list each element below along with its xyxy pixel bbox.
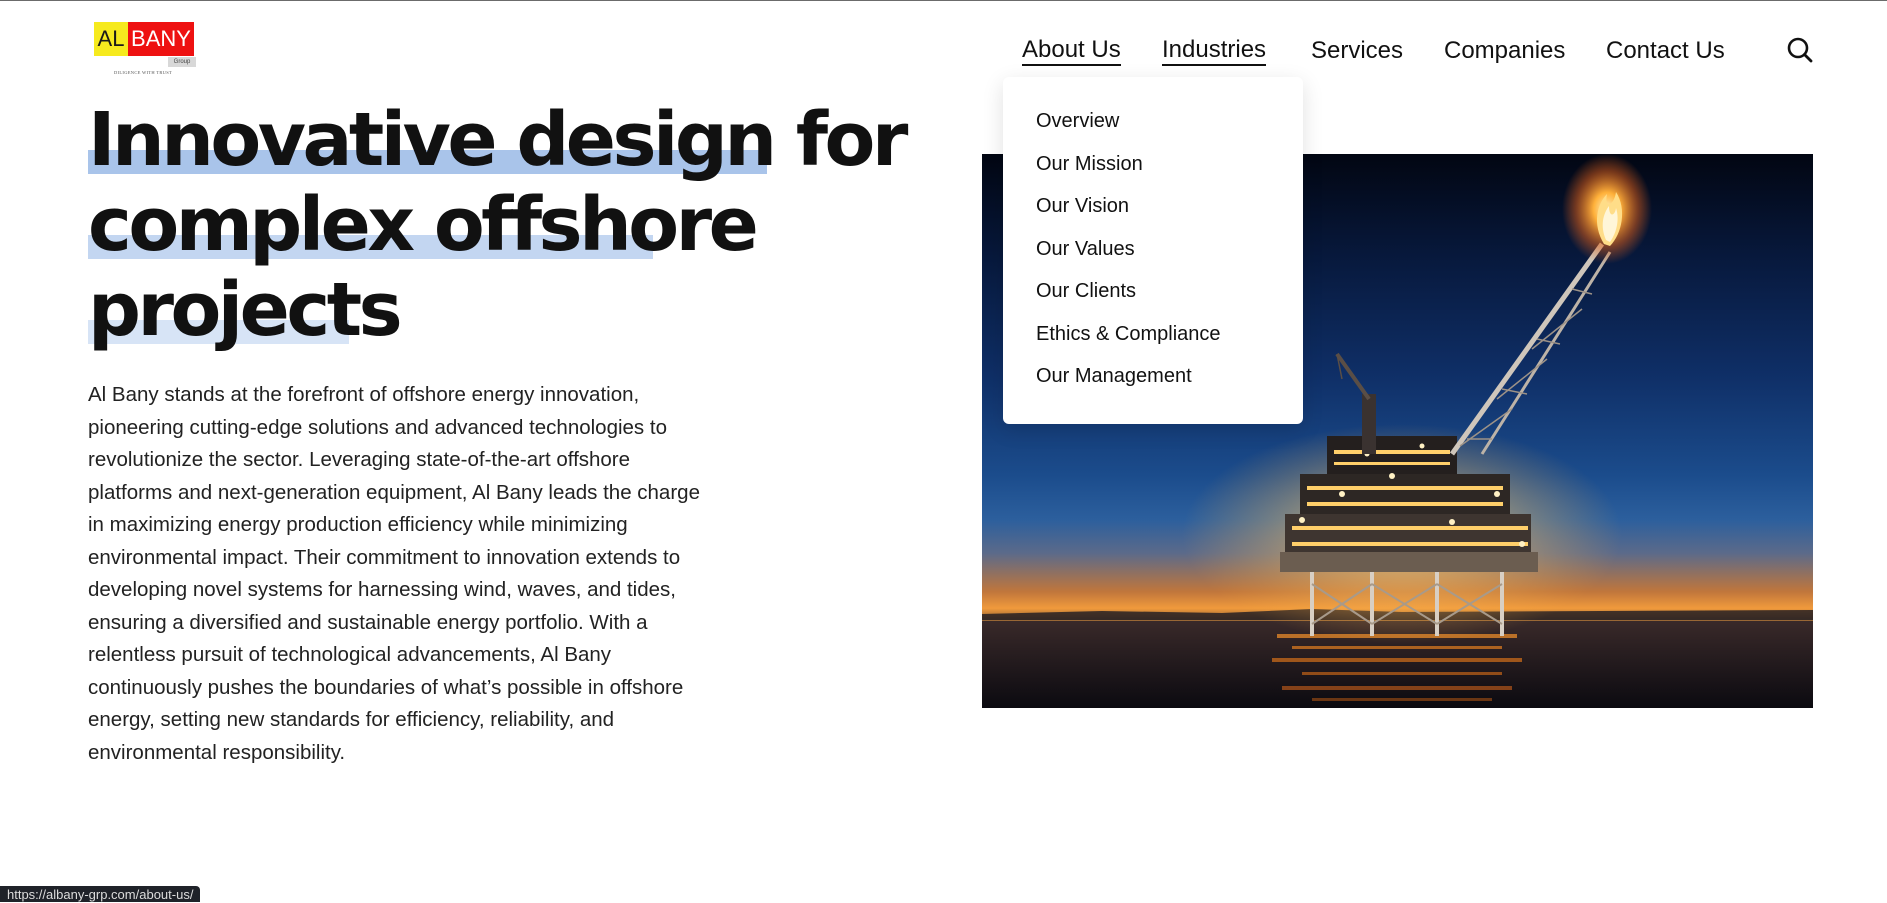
headline-line: complex offshore [88,183,788,268]
headline-line: Innovative design for [88,98,908,183]
nav-industries[interactable]: Industries [1162,36,1267,66]
dropdown-item-our-clients[interactable]: Our Clients [1036,279,1136,303]
logo-tagline: DILIGENCE WITH TRUST [114,70,173,75]
description-line: platforms and next-generation equipment,… [88,480,700,504]
description-line: revolutionize the sector. Leveraging sta… [88,448,631,471]
main-nav: About Us Industries Services Companies C… [0,36,1887,66]
description-line: environmental responsibility. [88,740,346,764]
description-line: relentless pursuit of technological adva… [88,643,612,666]
dropdown-item-ethics-compliance[interactable]: Ethics & Compliance [1036,322,1221,346]
description-line: environmental impact. Their commitment t… [88,545,681,569]
status-bar-url: https://albany-grp.com/about-us/ [0,886,201,902]
hero-headline: Innovative design for complex offshore p… [88,98,908,353]
description-line: in maximizing energy production efficien… [88,513,628,536]
dropdown-item-our-management[interactable]: Our Management [1036,364,1192,388]
description-line: energy, setting new standards for effici… [88,708,615,731]
about-us-dropdown: Overview Our Mission Our Vision Our Valu… [1003,77,1303,424]
headline-text: projects [88,267,403,353]
headline-line: projects [88,268,788,353]
hero-description: Al Bany stands at the forefront of offsh… [88,379,768,769]
nav-contact-us[interactable]: Contact Us [1606,36,1725,66]
nav-about-us[interactable]: About Us [1022,36,1121,66]
description-line: ensuring a diversified and sustainable e… [88,610,648,634]
nav-services[interactable]: Services [1311,36,1403,66]
nav-companies[interactable]: Companies [1444,36,1565,66]
description-line: pioneering cutting-edge solutions and ad… [88,415,667,439]
description-line: continuously pushes the boundaries of wh… [88,675,684,699]
headline-text: complex offshore [88,182,759,268]
description-line: Al Bany stands at the forefront of offsh… [88,383,640,406]
dropdown-item-our-mission[interactable]: Our Mission [1036,152,1143,176]
dropdown-item-our-values[interactable]: Our Values [1036,237,1135,261]
dropdown-item-our-vision[interactable]: Our Vision [1036,194,1129,218]
dropdown-item-overview[interactable]: Overview [1036,109,1119,133]
window-top-border [0,0,1887,1]
search-icon[interactable] [1785,35,1815,65]
headline-text: Innovative design for [88,97,908,183]
description-line: developing novel systems for harnessing … [88,578,676,601]
